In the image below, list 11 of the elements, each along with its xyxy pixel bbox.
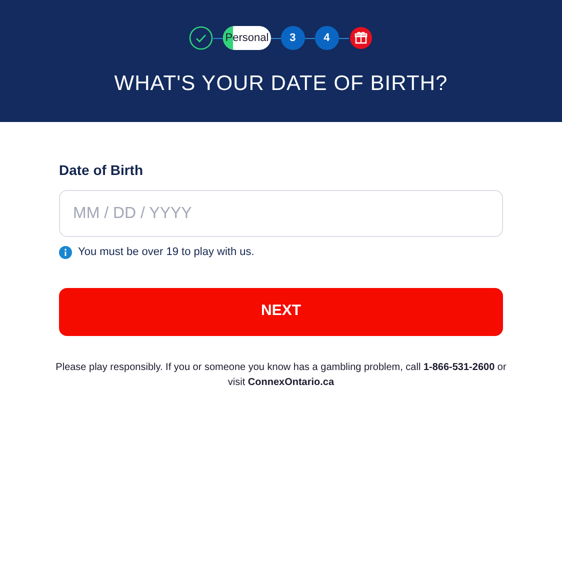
responsible-gambling-text: Please play responsibly. If you or someone you know has a gambling problem, call 1-866-531-2600 or visit ConnexOntario.ca [54,360,508,390]
info-icon [59,246,72,259]
check-step-icon [189,26,214,50]
field-label: Date of Birth [59,161,144,180]
step-number: 3 [280,26,305,50]
page-title: WHAT'S YOUR DATE OF BIRTH? [114,71,448,97]
step-number: 4 [314,26,339,50]
date-input-field[interactable]: MM / DD / YYYY [59,190,503,237]
gift-icon [348,26,373,50]
hint-text: You must be over 19 to play with us. [78,245,254,260]
next-button[interactable]: NEXT [59,288,503,336]
